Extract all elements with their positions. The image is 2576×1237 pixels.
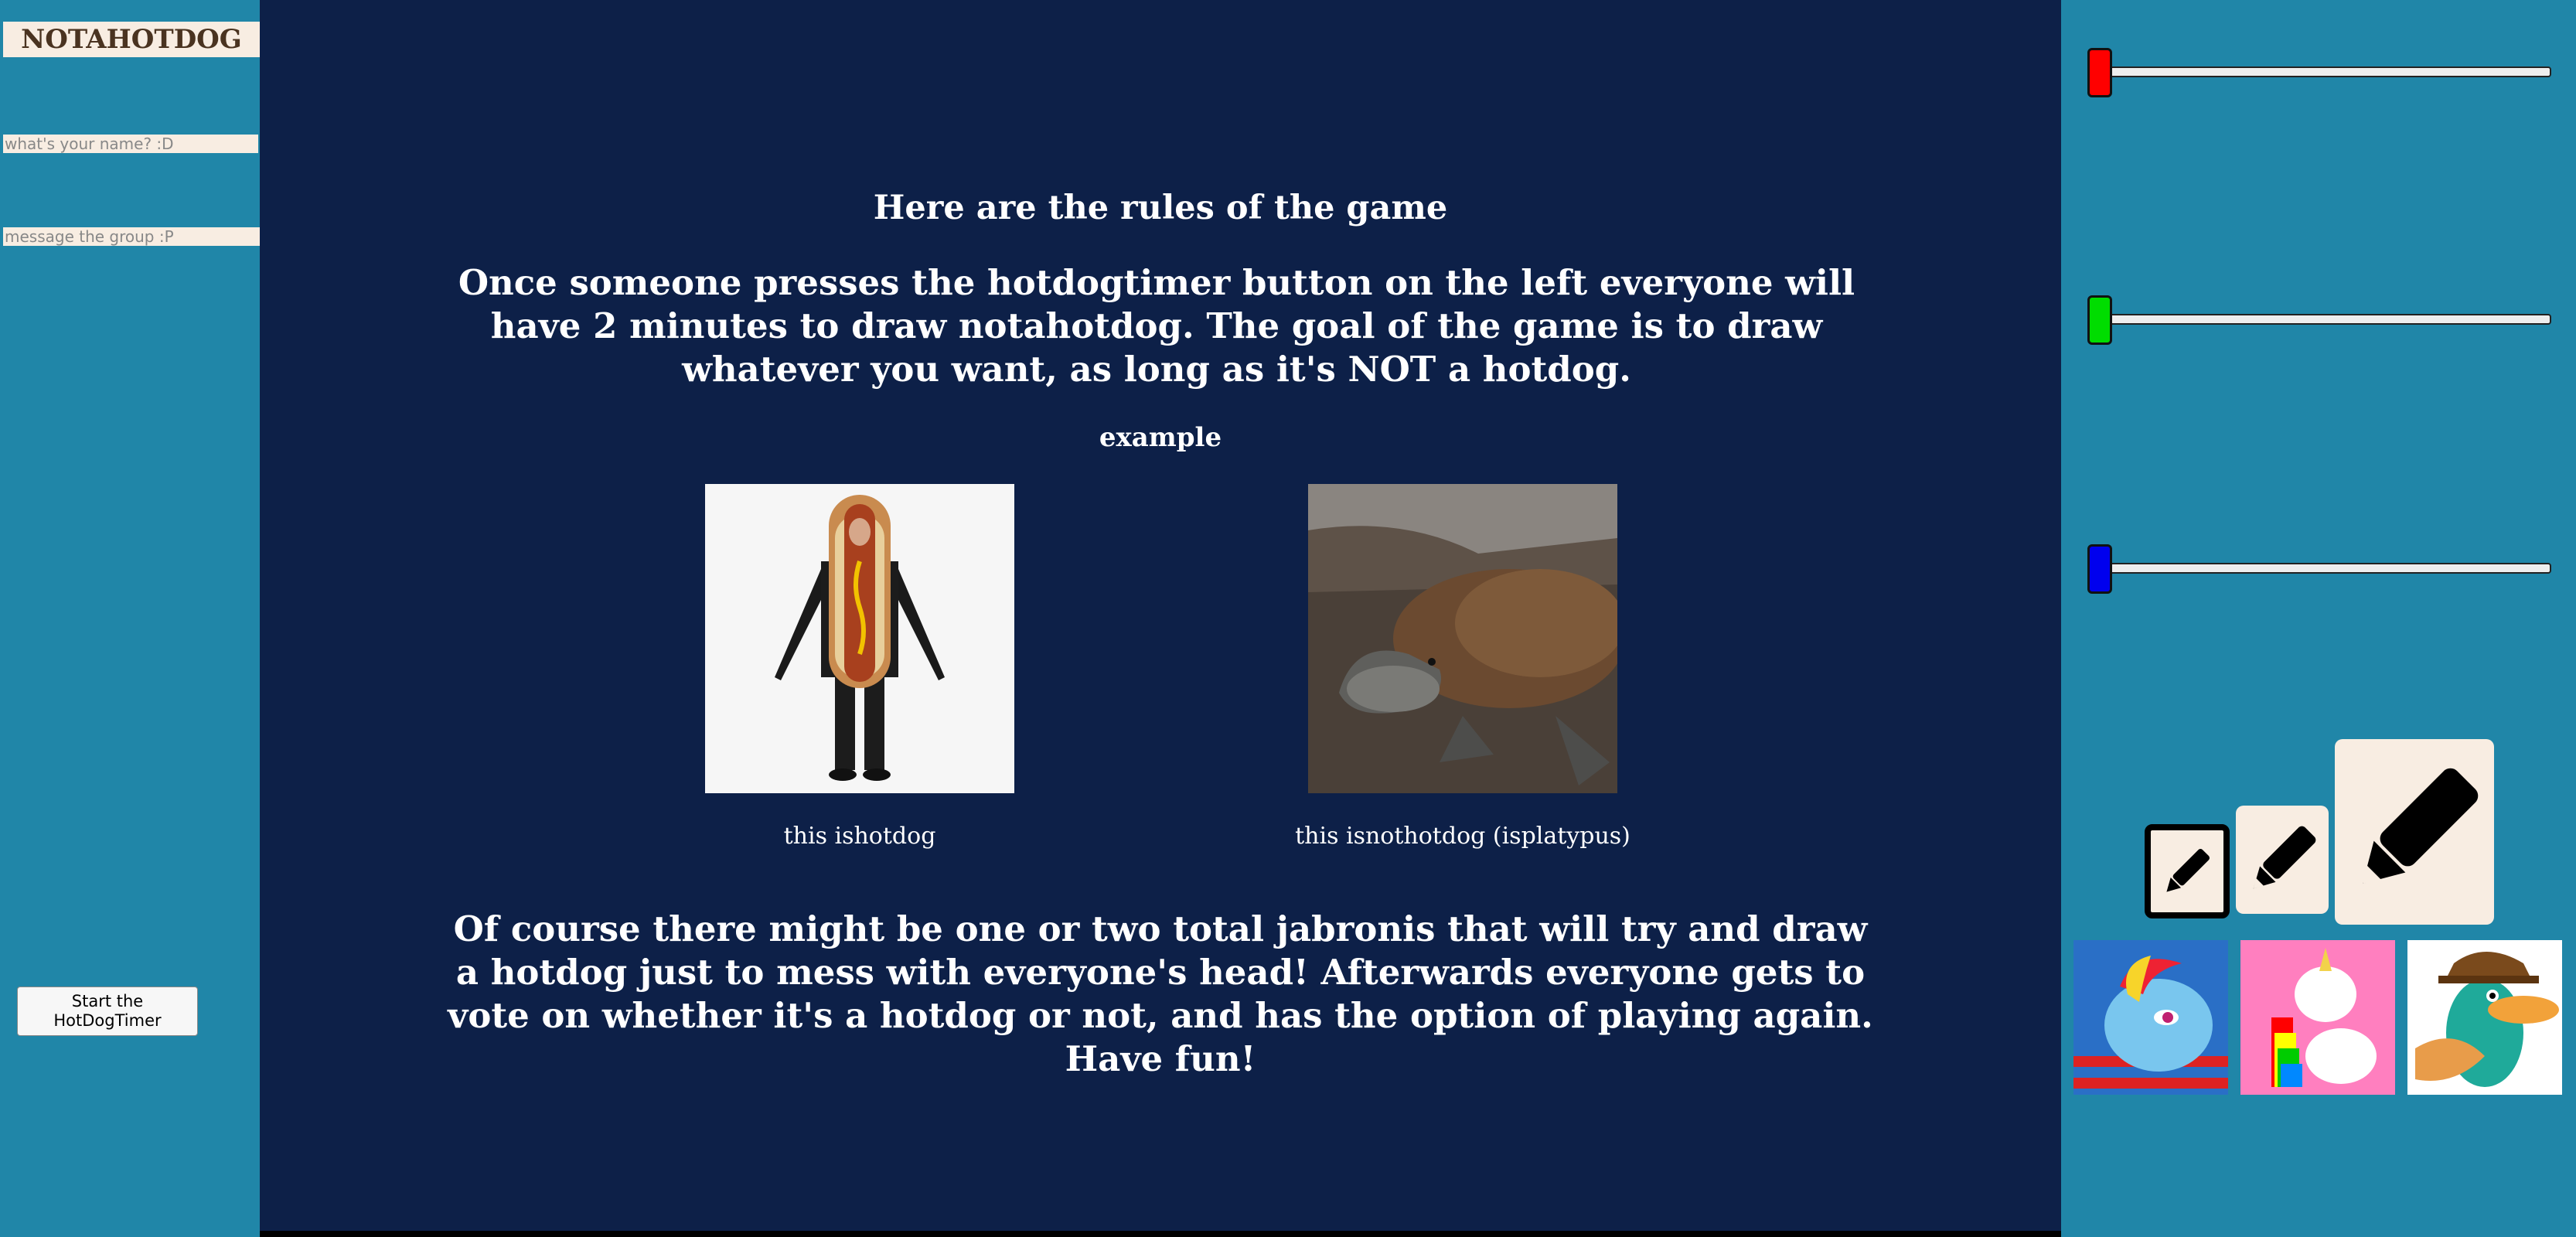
- hotdog-caption: this ishotdog: [783, 823, 936, 850]
- pencil-icon: [2253, 826, 2316, 889]
- slider-track[interactable]: [2101, 314, 2551, 325]
- slider-thumb[interactable]: [2087, 48, 2112, 97]
- app-logo: NOTAHOTDOG: [3, 22, 260, 57]
- bottom-border: [260, 1231, 2061, 1237]
- red-color-slider[interactable]: [2087, 40, 2551, 102]
- pencil-icon: [2362, 768, 2479, 884]
- medium-pencil-button[interactable]: [2236, 806, 2329, 914]
- start-hotdog-timer-button[interactable]: Start the HotDogTimer: [17, 987, 198, 1036]
- rules-text: Once someone presses the hotdogtimer but…: [458, 262, 1855, 390]
- small-pencil-button[interactable]: [2145, 824, 2230, 918]
- green-color-slider[interactable]: [2087, 288, 2551, 349]
- left-sidebar: NOTAHOTDOG Start the HotDogTimer: [0, 0, 263, 1237]
- slider-thumb[interactable]: [2087, 295, 2112, 345]
- rules-panel: Here are the rules of the game Once some…: [260, 0, 2061, 1237]
- slider-track[interactable]: [2101, 563, 2551, 574]
- unicorn-sticker[interactable]: [2240, 940, 2395, 1095]
- platypus-caption: this isnothotdog (isplatypus): [1295, 823, 1630, 850]
- slider-track[interactable]: [2101, 66, 2551, 77]
- perry-platypus-sticker[interactable]: [2407, 940, 2562, 1095]
- platypus-image: [1308, 484, 1617, 793]
- hotdog-costume-image: [705, 484, 1014, 793]
- blue-color-slider[interactable]: [2087, 537, 2551, 598]
- large-pencil-button[interactable]: [2335, 739, 2494, 925]
- pencil-icon: [2166, 848, 2210, 892]
- example-heading: example: [1099, 422, 1222, 453]
- closing-text: Of course there might be one or two tota…: [448, 908, 1873, 1079]
- rainbow-dash-sticker[interactable]: [2073, 940, 2228, 1095]
- rules-title: Here are the rules of the game: [873, 189, 1448, 227]
- slider-thumb[interactable]: [2087, 544, 2112, 594]
- message-input[interactable]: [3, 227, 263, 246]
- tool-panel: [2061, 0, 2576, 1237]
- name-input[interactable]: [3, 135, 258, 153]
